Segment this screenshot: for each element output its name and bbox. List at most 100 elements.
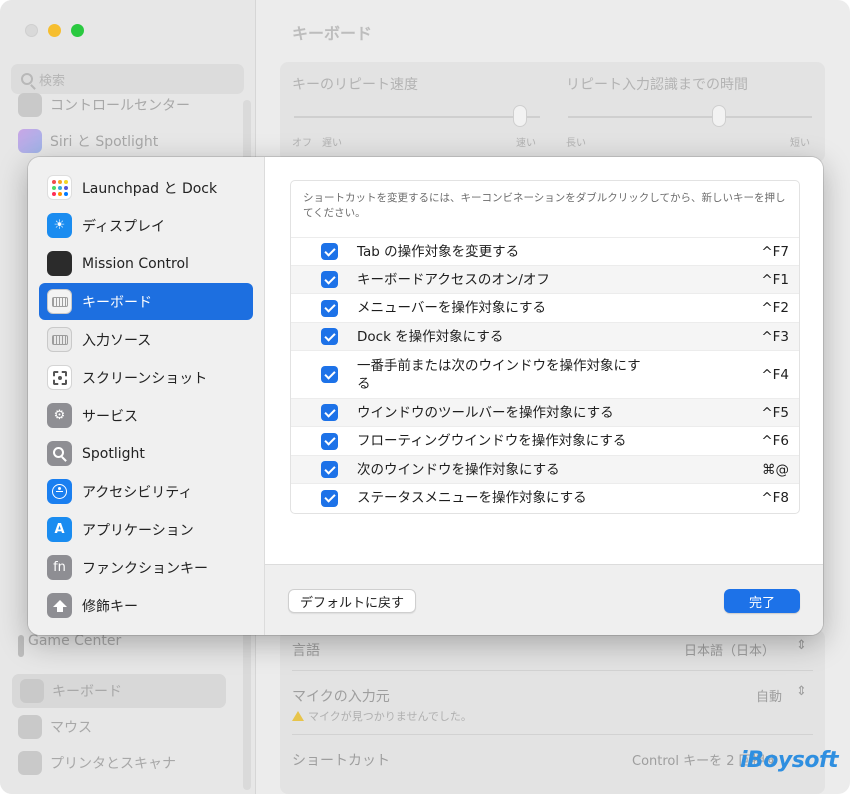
sidebar-item-siri-spotlight[interactable]: Siri と Spotlight <box>18 128 158 154</box>
category-app-shortcuts[interactable]: A アプリケーション <box>39 511 253 548</box>
shortcut-row[interactable]: ウインドウのツールバーを操作対象にする ^F5 <box>291 398 799 426</box>
repeat-delay-label: リピート入力認識までの時間 <box>566 77 748 93</box>
shortcut-checkbox[interactable] <box>321 299 338 317</box>
shortcut-key[interactable]: ^F3 <box>761 329 789 345</box>
category-label: アクセシビリティ <box>82 484 193 501</box>
category-launchpad-dock[interactable]: Launchpad と Dock <box>39 169 253 206</box>
category-keyboard[interactable]: キーボード <box>39 283 253 320</box>
search-field[interactable]: 検索 <box>11 64 244 94</box>
sidebar-item-keyboard[interactable]: キーボード <box>12 674 226 708</box>
done-button[interactable]: 完了 <box>724 589 800 613</box>
repeat-delay-track <box>568 116 812 118</box>
mouse-icon <box>18 715 42 739</box>
key-repeat-panel: キーのリピート速度 リピート入力認識までの時間 オフ 遅い 速い 長い 短い <box>280 62 825 162</box>
shortcut-hint: ショートカットを変更するには、キーコンビネーションをダブルクリックしてから、新し… <box>303 192 786 219</box>
shortcut-label: 次のウインドウを操作対象にする <box>357 461 560 478</box>
shortcut-checkbox[interactable] <box>321 271 338 288</box>
shortcut-checkbox[interactable] <box>321 489 338 507</box>
category-spotlight[interactable]: Spotlight <box>39 435 253 472</box>
watermark-logo: iBoysoft <box>740 748 839 773</box>
display-icon: ☀ <box>47 213 72 238</box>
shortcut-checkbox[interactable] <box>321 432 338 450</box>
shortcut-checkbox[interactable] <box>321 404 338 421</box>
shortcut-key[interactable]: ⌘@ <box>762 462 789 478</box>
restore-defaults-button[interactable]: デフォルトに戻す <box>288 589 417 613</box>
shortcut-key[interactable]: ^F6 <box>761 433 789 449</box>
repeat-delay-slider[interactable] <box>712 105 727 127</box>
zoom-window-button[interactable] <box>71 24 84 37</box>
sidebar-item-printers[interactable]: プリンタとスキャナ <box>18 750 176 776</box>
sidebar-item-label: キーボード <box>52 684 122 700</box>
shortcut-key[interactable]: ^F5 <box>761 405 789 421</box>
shortcut-checkbox[interactable] <box>321 243 338 260</box>
minimize-window-button[interactable] <box>48 24 61 37</box>
shortcut-row[interactable]: フローティングウインドウを操作対象にする ^F6 <box>291 426 799 455</box>
page-title: キーボード <box>292 24 373 43</box>
repeat-rate-slider[interactable] <box>513 105 528 127</box>
mic-input-label: マイクの入力元 <box>292 689 390 705</box>
sidebar-item-label: Siri と Spotlight <box>50 134 159 150</box>
category-label: 入力ソース <box>82 332 152 349</box>
shortcut-label: ステータスメニューを操作対象にする <box>357 490 587 506</box>
shortcut-row[interactable]: ステータスメニューを操作対象にする ^F8 <box>291 483 799 512</box>
repeat-rate-track <box>294 116 540 118</box>
category-input-sources[interactable]: 入力ソース <box>39 321 253 358</box>
keyboard-shortcuts-sheet: Launchpad と Dock ☀ ディスプレイ Mission Contro… <box>28 157 823 635</box>
shortcut-key[interactable]: ^F4 <box>761 367 789 383</box>
shortcut-label: フローティングウインドウを操作対象にする <box>357 433 627 449</box>
game-center-icon <box>18 635 24 657</box>
shortcut-category-list: Launchpad と Dock ☀ ディスプレイ Mission Contro… <box>28 157 265 635</box>
shortcut-label: Dock を操作対象にする <box>357 328 504 345</box>
category-services[interactable]: ⚙ サービス <box>39 397 253 434</box>
repeat-rate-max-label: 速い <box>516 138 536 149</box>
repeat-delay-max-label: 短い <box>790 138 810 149</box>
repeat-rate-min-label: オフ 遅い <box>292 138 342 149</box>
mic-warning-text: マイクが見つかりませんでした。 <box>308 710 472 723</box>
shortcut-checkbox[interactable] <box>321 328 338 345</box>
shortcut-content-area: ショートカットを変更するには、キーコンビネーションをダブルクリックしてから、新し… <box>265 157 823 564</box>
shortcut-row[interactable]: キーボードアクセスのオン/オフ ^F1 <box>291 265 799 293</box>
category-function-keys[interactable]: fn ファンクションキー <box>39 549 253 586</box>
search-placeholder: 検索 <box>39 73 66 89</box>
category-label: Mission Control <box>82 255 189 272</box>
shortcut-row[interactable]: Tab の操作対象を変更する ^F7 <box>291 237 799 265</box>
shortcut-label: Tab の操作対象を変更する <box>357 243 520 260</box>
printer-icon <box>18 751 42 775</box>
category-label: アプリケーション <box>82 522 194 539</box>
shortcut-checkbox[interactable] <box>321 366 338 383</box>
category-display[interactable]: ☀ ディスプレイ <box>39 207 253 244</box>
shortcut-key[interactable]: ^F1 <box>761 272 789 288</box>
keyboard-icon <box>47 289 72 314</box>
shortcut-key[interactable]: ^F2 <box>761 300 789 316</box>
shortcut-label: ショートカット <box>292 753 390 769</box>
launchpad-icon <box>47 175 72 200</box>
row-divider <box>292 734 813 735</box>
close-window-button[interactable] <box>25 24 38 37</box>
shortcut-label: メニューバーを操作対象にする <box>357 300 546 316</box>
category-accessibility[interactable]: アクセシビリティ <box>39 473 253 510</box>
sidebar-item-control-center[interactable]: コントロールセンター <box>18 92 190 118</box>
chevron-updown-icon[interactable]: ⇕ <box>796 638 807 653</box>
category-label: 修飾キー <box>82 598 138 615</box>
shortcut-label: 一番手前または次のウインドウを操作対象にする <box>357 357 641 392</box>
shortcut-key[interactable]: ^F7 <box>761 244 789 260</box>
sidebar-item-mouse[interactable]: マウス <box>18 714 92 740</box>
shortcut-row[interactable]: 一番手前または次のウインドウを操作対象にする ^F4 <box>291 350 799 398</box>
shortcut-row[interactable]: メニューバーを操作対象にする ^F2 <box>291 293 799 322</box>
repeat-delay-min-label: 長い <box>566 138 586 149</box>
category-screenshots[interactable]: スクリーンショット <box>39 359 253 396</box>
category-label: Launchpad と Dock <box>82 180 218 197</box>
shortcut-rows: Tab の操作対象を変更する ^F7 キーボードアクセスのオン/オフ ^F1 メ… <box>291 237 799 512</box>
language-value[interactable]: 日本語（日本） <box>684 640 775 659</box>
shortcut-row[interactable]: Dock を操作対象にする ^F3 <box>291 322 799 350</box>
shortcut-key[interactable]: ^F8 <box>761 490 789 506</box>
mic-input-value[interactable]: 自動 <box>756 686 782 705</box>
category-mission-control[interactable]: Mission Control <box>39 245 253 282</box>
shortcut-list: ショートカットを変更するには、キーコンビネーションをダブルクリックしてから、新し… <box>290 180 800 514</box>
spotlight-icon <box>47 441 72 466</box>
shortcut-checkbox[interactable] <box>321 461 338 478</box>
shortcut-row[interactable]: 次のウインドウを操作対象にする ⌘@ <box>291 455 799 483</box>
category-modifier-keys[interactable]: 修飾キー <box>39 587 253 624</box>
chevron-updown-icon[interactable]: ⇕ <box>796 684 807 699</box>
services-icon: ⚙ <box>47 403 72 428</box>
